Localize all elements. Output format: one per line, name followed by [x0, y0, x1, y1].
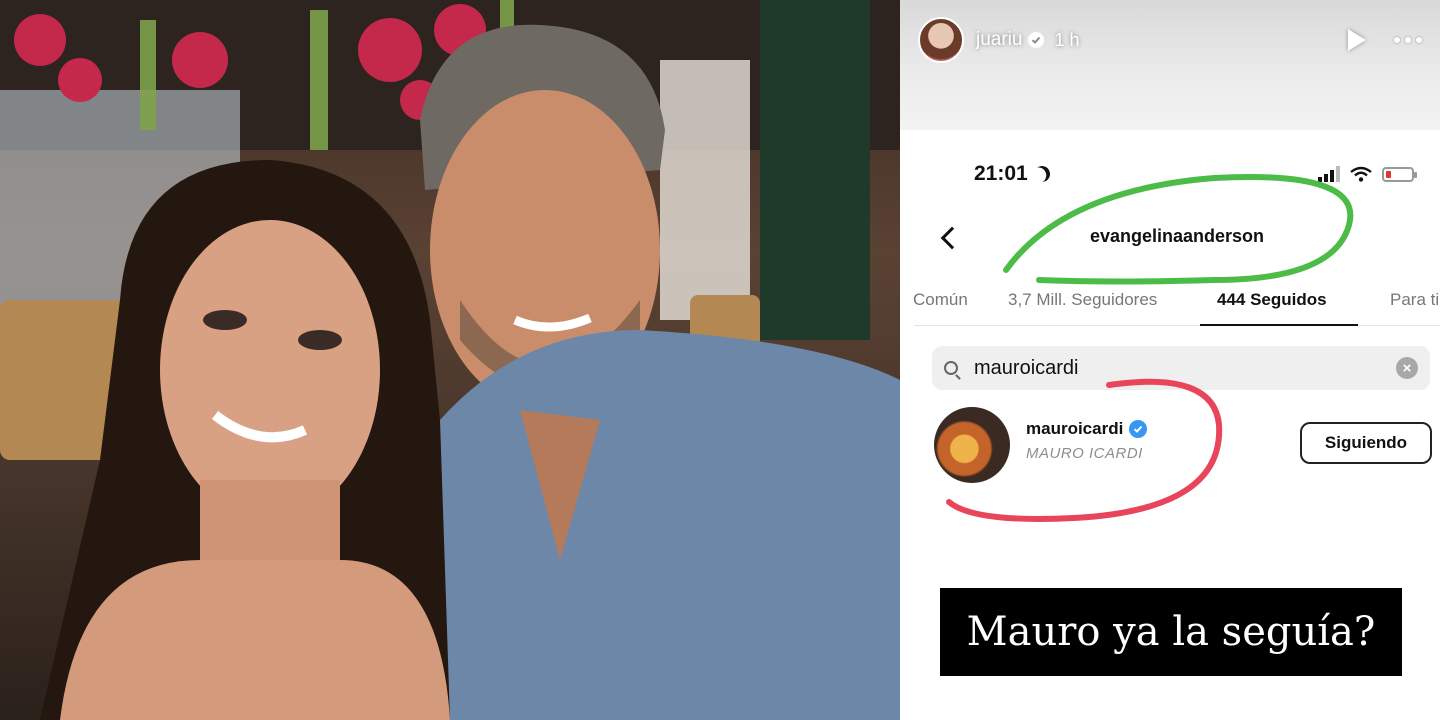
- couple-photo: [0, 0, 900, 720]
- more-options-icon[interactable]: [1394, 37, 1422, 43]
- story-username[interactable]: juariu: [976, 29, 1022, 51]
- photo-illustration: [0, 0, 900, 720]
- story-header: juariu 1 h: [918, 16, 1422, 64]
- story-controls: [1348, 29, 1422, 51]
- red-circle-annotation: [946, 378, 1223, 522]
- story-time: 1 h: [1054, 29, 1080, 50]
- verified-icon: [1028, 32, 1045, 48]
- story-caption-box: Mauro ya la seguía?: [940, 588, 1402, 676]
- green-circle-annotation: [1003, 174, 1354, 285]
- story-caption: Mauro ya la seguía?: [966, 609, 1376, 655]
- story-username-wrap[interactable]: juariu: [976, 29, 1045, 51]
- story-avatar[interactable]: [918, 17, 964, 63]
- play-icon[interactable]: [1348, 29, 1366, 51]
- story-panel: juariu 1 h 21:01 evangelinaanderson Comú…: [900, 0, 1440, 720]
- shared-screenshot: 21:01 evangelinaanderson Común 3,7 Mill.…: [913, 130, 1440, 720]
